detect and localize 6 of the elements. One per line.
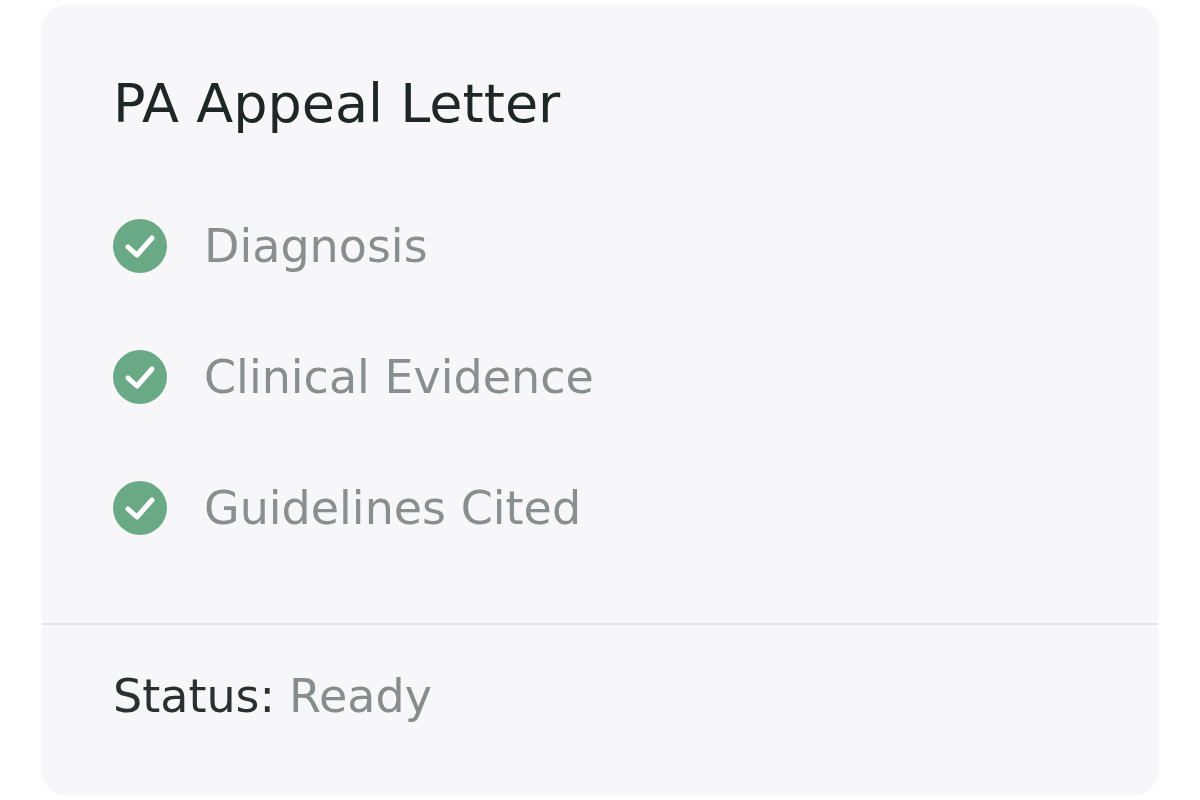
card-title: PA Appeal Letter — [113, 71, 562, 137]
status-value: Ready — [289, 668, 432, 725]
status-label: Status: — [113, 668, 276, 725]
checklist-label: Diagnosis — [204, 218, 428, 273]
checklist-label: Clinical Evidence — [204, 349, 594, 404]
checklist-label: Guidelines Cited — [204, 480, 582, 535]
